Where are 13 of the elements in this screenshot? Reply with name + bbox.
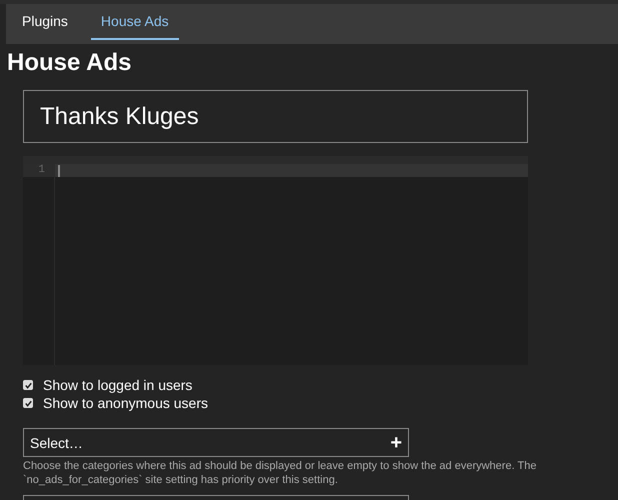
checkbox-label: Show to anonymous users xyxy=(43,395,208,411)
checkbox-label: Show to logged in users xyxy=(43,377,192,393)
name-field[interactable]: Thanks Kluges xyxy=(23,90,528,143)
help-text: Choose the categories where this ad should be displayed or leave empty to show the ad everywhere. The `no_ads_for_categories` site setting has priority over this setting. xyxy=(23,459,538,487)
checkbox[interactable] xyxy=(23,398,33,408)
checkbox[interactable] xyxy=(23,380,33,390)
plus-icon[interactable]: + xyxy=(390,432,402,452)
nav-tab[interactable]: House Ads xyxy=(90,4,179,40)
text-cursor xyxy=(58,164,60,176)
category-select[interactable]: Select… + xyxy=(23,428,409,457)
nav-tab[interactable]: Plugins xyxy=(15,4,75,40)
page-title: House Ads xyxy=(7,48,132,78)
line-number: 1 xyxy=(23,164,54,177)
